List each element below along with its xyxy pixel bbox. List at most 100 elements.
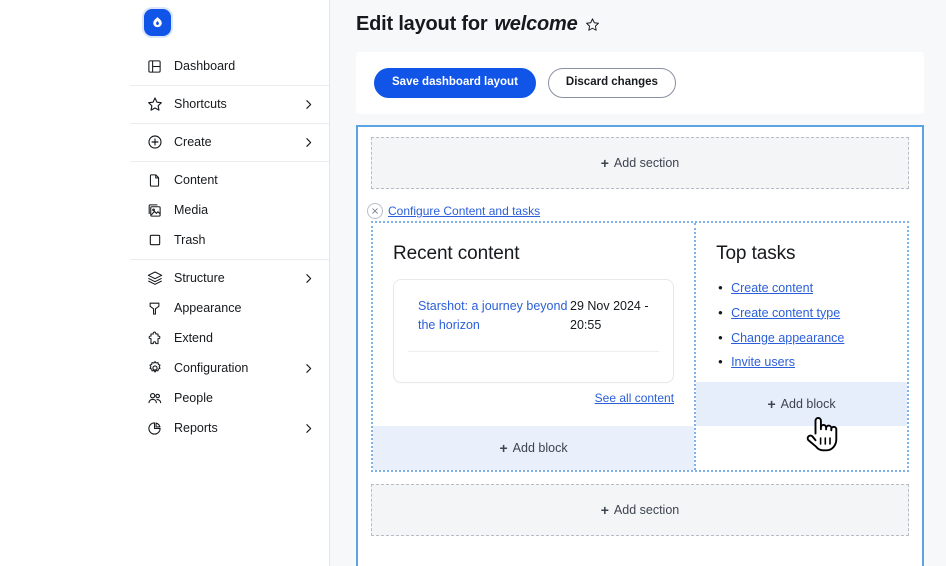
plus-icon: + (499, 440, 508, 456)
people-icon (146, 390, 163, 407)
card-spacer (408, 352, 659, 382)
image-icon (146, 202, 163, 219)
sidebar-item-label: Extend (174, 331, 213, 345)
trash-square-icon (146, 232, 163, 249)
task-link-invite-users[interactable]: Invite users (731, 355, 795, 369)
paintbrush-icon (146, 300, 163, 317)
sidebar-item-label: Trash (174, 233, 206, 247)
layout-builder-region: + Add section Configure Content and task… (356, 125, 924, 566)
list-item: Create content type (716, 303, 887, 323)
sidebar-item-label: Reports (174, 421, 218, 435)
top-tasks-block: Top tasks Create content Create content … (696, 223, 907, 382)
list-item: Change appearance (716, 328, 887, 348)
sidebar-item-label: Content (174, 173, 218, 187)
layers-icon (146, 270, 163, 287)
recent-content-card: Starshot: a journey beyond the horizon 2… (393, 279, 675, 383)
top-tasks-title: Top tasks (716, 243, 796, 264)
layout-column-right: Top tasks Create content Create content … (696, 223, 907, 470)
sidebar-item-label: Configuration (174, 361, 249, 375)
configure-section-link[interactable]: Configure Content and tasks (388, 204, 540, 218)
sidebar-item-label: Structure (174, 271, 225, 285)
nav-group-primary: Dashboard (130, 48, 329, 85)
layout-section: Recent content Starshot: a journey beyon… (371, 221, 909, 472)
page-title-prefix: Edit layout for (356, 13, 488, 35)
close-icon[interactable] (367, 203, 383, 219)
plus-icon: + (767, 396, 776, 412)
add-section-top-button[interactable]: + Add section (371, 137, 909, 189)
sidebar-item-create[interactable]: Create (130, 127, 329, 157)
chevron-right-icon (302, 98, 315, 111)
actions-card: Save dashboard layout Discard changes (356, 52, 924, 114)
task-link-create-content[interactable]: Create content (731, 281, 813, 295)
save-dashboard-layout-button[interactable]: Save dashboard layout (374, 68, 536, 98)
left-gutter (0, 0, 130, 566)
plus-icon: + (600, 502, 609, 518)
layout-column-left: Recent content Starshot: a journey beyon… (373, 223, 697, 470)
see-all-content-link[interactable]: See all content (393, 391, 674, 405)
star-outline-icon[interactable] (585, 17, 600, 32)
sidebar-item-label: People (174, 391, 213, 405)
sidebar-item-content[interactable]: Content (130, 165, 329, 195)
content-title-link[interactable]: Starshot: a journey beyond the horizon (418, 297, 570, 336)
add-block-label: Add block (512, 441, 568, 455)
chevron-right-icon (302, 272, 315, 285)
sidebar-item-reports[interactable]: Reports (130, 413, 329, 443)
nav-group-admin: Structure Appearance Extend Configuratio… (130, 259, 329, 447)
app-window: Dashboard Shortcuts Create Content Media… (0, 0, 946, 566)
puzzle-icon (146, 330, 163, 347)
sidebar-item-label: Create (174, 135, 212, 149)
chevron-right-icon (302, 136, 315, 149)
section-header: Configure Content and tasks (367, 203, 909, 219)
recent-content-block: Recent content Starshot: a journey beyon… (373, 223, 694, 426)
add-section-bottom-button[interactable]: + Add section (371, 484, 909, 536)
task-link-change-appearance[interactable]: Change appearance (731, 331, 844, 345)
plus-circle-icon (146, 134, 163, 151)
top-tasks-list: Create content Create content type Chang… (716, 278, 887, 372)
nav-group-content: Content Media Trash (130, 161, 329, 259)
sidebar-item-extend[interactable]: Extend (130, 323, 329, 353)
discard-changes-button[interactable]: Discard changes (547, 68, 676, 98)
sidebar-item-appearance[interactable]: Appearance (130, 293, 329, 323)
chevron-right-icon (302, 422, 315, 435)
page-title-emphasis: welcome (494, 13, 578, 35)
logo-wrapper (130, 0, 329, 48)
chart-pie-icon (146, 420, 163, 437)
table-row: Starshot: a journey beyond the horizon 2… (408, 280, 660, 352)
sidebar-item-structure[interactable]: Structure (130, 263, 329, 293)
star-icon (146, 96, 163, 113)
sidebar-item-dashboard[interactable]: Dashboard (130, 51, 329, 81)
action-buttons: Save dashboard layout Discard changes (374, 68, 924, 98)
page-title: Edit layout for welcome (330, 0, 946, 36)
list-item: Create content (716, 278, 887, 298)
column-spacer (696, 426, 907, 470)
add-section-label: Add section (613, 156, 680, 170)
add-block-label: Add block (780, 397, 836, 411)
sidebar-item-label: Shortcuts (174, 97, 227, 111)
content-date: 29 Nov 2024 - 20:55 (570, 299, 649, 333)
dashboard-icon (146, 58, 163, 75)
sidebar-item-label: Media (174, 203, 209, 217)
sidebar-item-label: Dashboard (174, 59, 236, 73)
nav-group-shortcuts: Shortcuts (130, 85, 329, 123)
file-icon (146, 172, 163, 189)
sidebar-item-label: Appearance (174, 301, 242, 315)
plus-icon: + (600, 155, 609, 171)
sidebar-item-configuration[interactable]: Configuration (130, 353, 329, 383)
gear-icon (146, 360, 163, 377)
add-section-label: Add section (613, 503, 680, 517)
task-link-create-content-type[interactable]: Create content type (731, 306, 840, 320)
add-block-right-button[interactable]: + Add block (696, 382, 907, 426)
add-block-left-button[interactable]: + Add block (373, 426, 695, 470)
nav-group-create: Create (130, 123, 329, 161)
sidebar: Dashboard Shortcuts Create Content Media… (130, 0, 330, 566)
recent-content-title: Recent content (393, 243, 520, 264)
sidebar-item-shortcuts[interactable]: Shortcuts (130, 89, 329, 119)
sidebar-item-trash[interactable]: Trash (130, 225, 329, 255)
sidebar-item-media[interactable]: Media (130, 195, 329, 225)
drupal-logo[interactable] (144, 9, 171, 36)
chevron-right-icon (302, 362, 315, 375)
sidebar-item-people[interactable]: People (130, 383, 329, 413)
main-content: Edit layout for welcome Save dashboard l… (330, 0, 946, 566)
list-item: Invite users (716, 352, 887, 372)
sidebar-nav: Dashboard Shortcuts Create Content Media… (130, 48, 329, 447)
